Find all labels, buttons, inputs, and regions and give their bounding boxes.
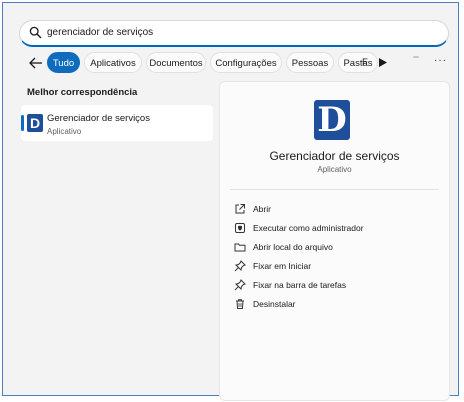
tab-pessoas[interactable]: Pessoas bbox=[286, 52, 334, 73]
action-label: Fixar na barra de tarefas bbox=[253, 280, 347, 290]
action-label: Fixar em Iniciar bbox=[253, 261, 312, 271]
trash-icon bbox=[236, 299, 244, 309]
selection-indicator bbox=[21, 115, 24, 131]
action-label: Abrir bbox=[253, 204, 271, 214]
folder-icon bbox=[234, 243, 246, 252]
pin-icon bbox=[234, 260, 246, 272]
section-title: Melhor correspondência bbox=[27, 87, 138, 98]
detail-title: Gerenciador de serviços bbox=[269, 149, 400, 163]
divider bbox=[230, 189, 439, 190]
shield-icon bbox=[235, 223, 245, 233]
more-options-button[interactable]: ··· bbox=[434, 55, 447, 66]
result-name: Gerenciador de serviços bbox=[47, 113, 150, 124]
search-input[interactable]: gerenciador de serviços bbox=[47, 27, 153, 38]
pin-icon bbox=[234, 279, 246, 291]
action-label: Desinstalar bbox=[253, 299, 296, 309]
action-label: Executar como administrador bbox=[253, 223, 364, 233]
tab-partial[interactable]: F bbox=[362, 52, 376, 73]
detail-subtitle: Aplicativo bbox=[317, 165, 352, 174]
tab-tudo[interactable]: Tudo bbox=[47, 52, 80, 73]
search-icon bbox=[29, 26, 42, 39]
scroll-right-icon[interactable] bbox=[379, 58, 387, 67]
arrow-left-icon[interactable] bbox=[27, 54, 45, 72]
search-window: gerenciador de serviços Tudo Aplicativos… bbox=[2, 2, 459, 401]
divider bbox=[413, 56, 419, 58]
tab-documentos[interactable]: Documentos bbox=[146, 52, 206, 73]
tab-configuracoes[interactable]: Configurações bbox=[210, 52, 282, 73]
app-icon: D bbox=[27, 114, 43, 132]
search-box[interactable]: gerenciador de serviços bbox=[19, 20, 449, 47]
app-icon-large: D bbox=[314, 100, 350, 140]
tab-aplicativos[interactable]: Aplicativos bbox=[84, 52, 142, 73]
open-icon bbox=[235, 204, 245, 214]
result-type: Aplicativo bbox=[47, 127, 82, 136]
detail-pane: D Gerenciador de serviços Aplicativo Abr… bbox=[219, 81, 450, 401]
best-match-result[interactable]: D Gerenciador de serviços Aplicativo bbox=[21, 105, 213, 141]
action-label: Abrir local do arquivo bbox=[253, 242, 333, 252]
